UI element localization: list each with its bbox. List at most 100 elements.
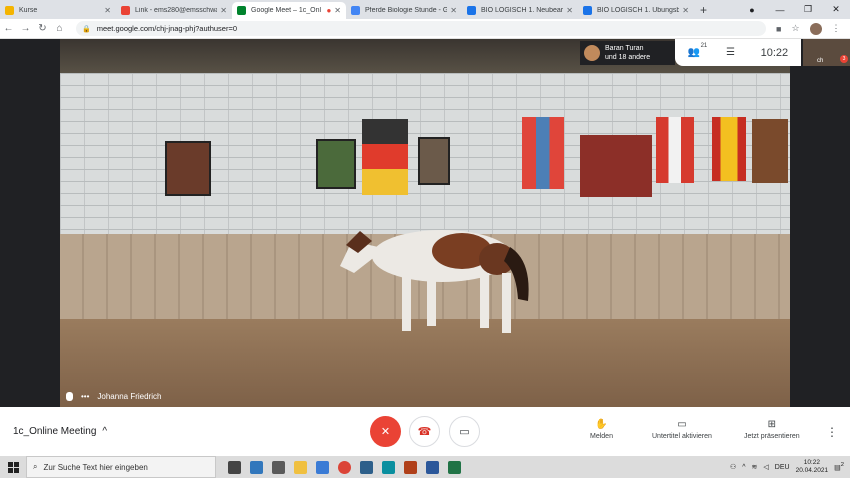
clock-date: 20.04.2021 — [795, 467, 829, 474]
wall-flag — [712, 117, 746, 181]
volume-icon[interactable]: ◁ — [763, 463, 768, 471]
tab-close-icon[interactable]: ✕ — [104, 6, 111, 15]
url-text: meet.google.com/chj-jnag-phj?authuser=0 — [96, 24, 238, 33]
task-view-icon[interactable] — [228, 460, 241, 474]
meeting-name: 1c_Online Meeting — [13, 426, 97, 437]
store-icon[interactable] — [316, 460, 329, 474]
present-now-button[interactable]: ⊞ Jetzt präsentieren — [744, 419, 800, 440]
present-icon: ⊞ — [767, 419, 777, 430]
notification-count: 2 — [840, 462, 844, 469]
meeting-time: 10:22 — [760, 46, 789, 59]
chrome-icon[interactable] — [338, 460, 351, 474]
tab-label: BIO LOGISCH 1. Übungsbu — [597, 7, 680, 14]
address-bar-row: ← → ↻ ⌂ 🔒 meet.google.com/chj-jnag-phj?a… — [0, 19, 850, 39]
gmail-icon — [121, 6, 130, 15]
close-window-button[interactable]: ✕ — [822, 4, 850, 15]
tab-label: Kurse — [19, 7, 38, 14]
people-icon[interactable]: ⚇ — [730, 463, 736, 471]
url-field[interactable]: 🔒 meet.google.com/chj-jnag-phj?authuser=… — [76, 21, 766, 36]
tab-close-icon[interactable]: ✕ — [682, 6, 689, 15]
menu-icon[interactable]: ⋮ — [832, 23, 841, 34]
hand-icon: ✋ — [595, 419, 608, 430]
tab-close-icon[interactable]: ✕ — [334, 6, 341, 15]
search-placeholder: Zur Suche Text hier eingeben — [43, 462, 148, 472]
more-options-icon[interactable]: ⋮ — [826, 425, 838, 439]
wall-flag — [752, 119, 788, 183]
lock-icon: 🔒 — [82, 25, 91, 33]
captions-icon: ▭ — [677, 419, 687, 430]
wall-picture — [316, 139, 356, 189]
home-icon[interactable]: ⌂ — [51, 23, 68, 34]
tab-close-icon[interactable]: ✕ — [566, 6, 573, 15]
tab-google-meet[interactable]: Google Meet – 1c_Onl ● ✕ — [232, 2, 346, 19]
action-center-icon[interactable]: ▤2 — [834, 462, 844, 471]
system-tray: ⚇ ^ ≋ ◁ DEU 10:22 20.04.2021 ▤2 — [730, 456, 850, 478]
chevron-up-icon[interactable]: ^ — [742, 464, 745, 471]
minimize-button[interactable]: — — [766, 5, 794, 15]
wall-flag — [656, 117, 694, 183]
wall-picture — [165, 141, 211, 196]
clock[interactable]: 10:22 20.04.2021 — [796, 459, 829, 475]
book-icon — [467, 6, 476, 15]
chat-icon[interactable]: ☰ — [726, 47, 735, 58]
participant-name: Baran Turan — [605, 45, 644, 52]
roboform-icon[interactable] — [404, 460, 417, 474]
new-tab-button[interactable]: + — [700, 2, 707, 19]
recording-dot-icon: ● — [326, 6, 332, 15]
clock-time: 10:22 — [803, 459, 820, 466]
language-indicator[interactable]: DEU — [775, 464, 790, 471]
camera-permission-icon[interactable]: ■ — [776, 24, 781, 34]
tab-close-icon[interactable]: ✕ — [450, 6, 457, 15]
search-icon: ⌕ — [33, 462, 38, 471]
participant-tile[interactable]: Baran Turan und 18 andere — [580, 41, 675, 65]
camera-icon: ▭ — [459, 426, 470, 438]
tab-bio-logisch-2[interactable]: BIO LOGISCH 1. Übungsbu ✕ — [578, 2, 694, 19]
excel-icon[interactable] — [448, 460, 461, 474]
star-icon[interactable]: ☆ — [791, 23, 799, 34]
app-icon[interactable] — [382, 460, 395, 474]
meet-icon — [237, 6, 246, 15]
notification-badge: 3 — [840, 55, 848, 63]
reload-icon[interactable]: ↻ — [34, 23, 51, 34]
tab-label: Link - ems280@emsschwaö — [135, 7, 218, 14]
meeting-stage: ••• Johanna Friedrich Baran Turan und 18… — [0, 39, 850, 407]
people-icon[interactable]: 👥 21 — [688, 43, 707, 58]
captions-button[interactable]: ▭ Untertitel aktivieren — [652, 419, 712, 440]
main-video: ••• Johanna Friedrich — [60, 39, 790, 407]
network-icon[interactable]: ≋ — [752, 463, 758, 471]
camera-toggle-button[interactable]: ▭ — [449, 416, 480, 447]
word-icon[interactable] — [426, 460, 439, 474]
taskbar-search-field[interactable]: ⌕ Zur Suche Text hier eingeben — [26, 456, 216, 478]
captions-label: Untertitel aktivieren — [652, 433, 712, 440]
more-options-icon[interactable]: ••• — [81, 392, 89, 401]
self-view-tile[interactable]: ch 3 — [803, 39, 850, 66]
file-explorer-icon[interactable] — [294, 460, 307, 474]
leave-call-button[interactable]: ☎ — [409, 416, 440, 447]
tab-mail[interactable]: Link - ems280@emsschwaö ✕ — [116, 2, 232, 19]
windows-taskbar: ⌕ Zur Suche Text hier eingeben ⚇ ^ ≋ ◁ D… — [0, 456, 850, 478]
horse-image — [340, 230, 529, 333]
tab-search-icon[interactable]: ● — [738, 5, 766, 15]
edge-icon[interactable] — [250, 460, 263, 474]
raise-hand-button[interactable]: ✋ Melden — [590, 419, 613, 440]
tab-pferde-biologie[interactable]: Pferde Biologie Stunde - G ✕ — [346, 2, 462, 19]
tab-close-icon[interactable]: ✕ — [220, 6, 227, 15]
meeting-details-button[interactable]: 1c_Online Meeting ^ — [13, 426, 107, 437]
tab-kurse[interactable]: Kurse ✕ — [0, 2, 116, 19]
tab-label: Google Meet – 1c_Onl — [251, 7, 322, 14]
profile-avatar[interactable] — [809, 22, 822, 35]
back-icon[interactable]: ← — [0, 23, 17, 34]
microphone-toggle-button[interactable]: ✕ — [370, 416, 401, 447]
forward-icon[interactable]: → — [17, 23, 34, 34]
raise-hand-label: Melden — [590, 433, 613, 440]
wall-picture — [418, 137, 450, 185]
settings-icon[interactable] — [272, 460, 285, 474]
mic-off-icon: ✕ — [380, 426, 391, 438]
start-button[interactable] — [0, 461, 26, 473]
self-view-name: ch — [817, 58, 824, 64]
maximize-button[interactable]: ❐ — [794, 4, 822, 15]
tab-bio-logisch-1[interactable]: BIO LOGISCH 1. Neubearbe ✕ — [462, 2, 578, 19]
avatar — [584, 45, 600, 61]
photos-icon[interactable] — [360, 460, 373, 474]
participant-others: und 18 andere — [605, 54, 651, 61]
